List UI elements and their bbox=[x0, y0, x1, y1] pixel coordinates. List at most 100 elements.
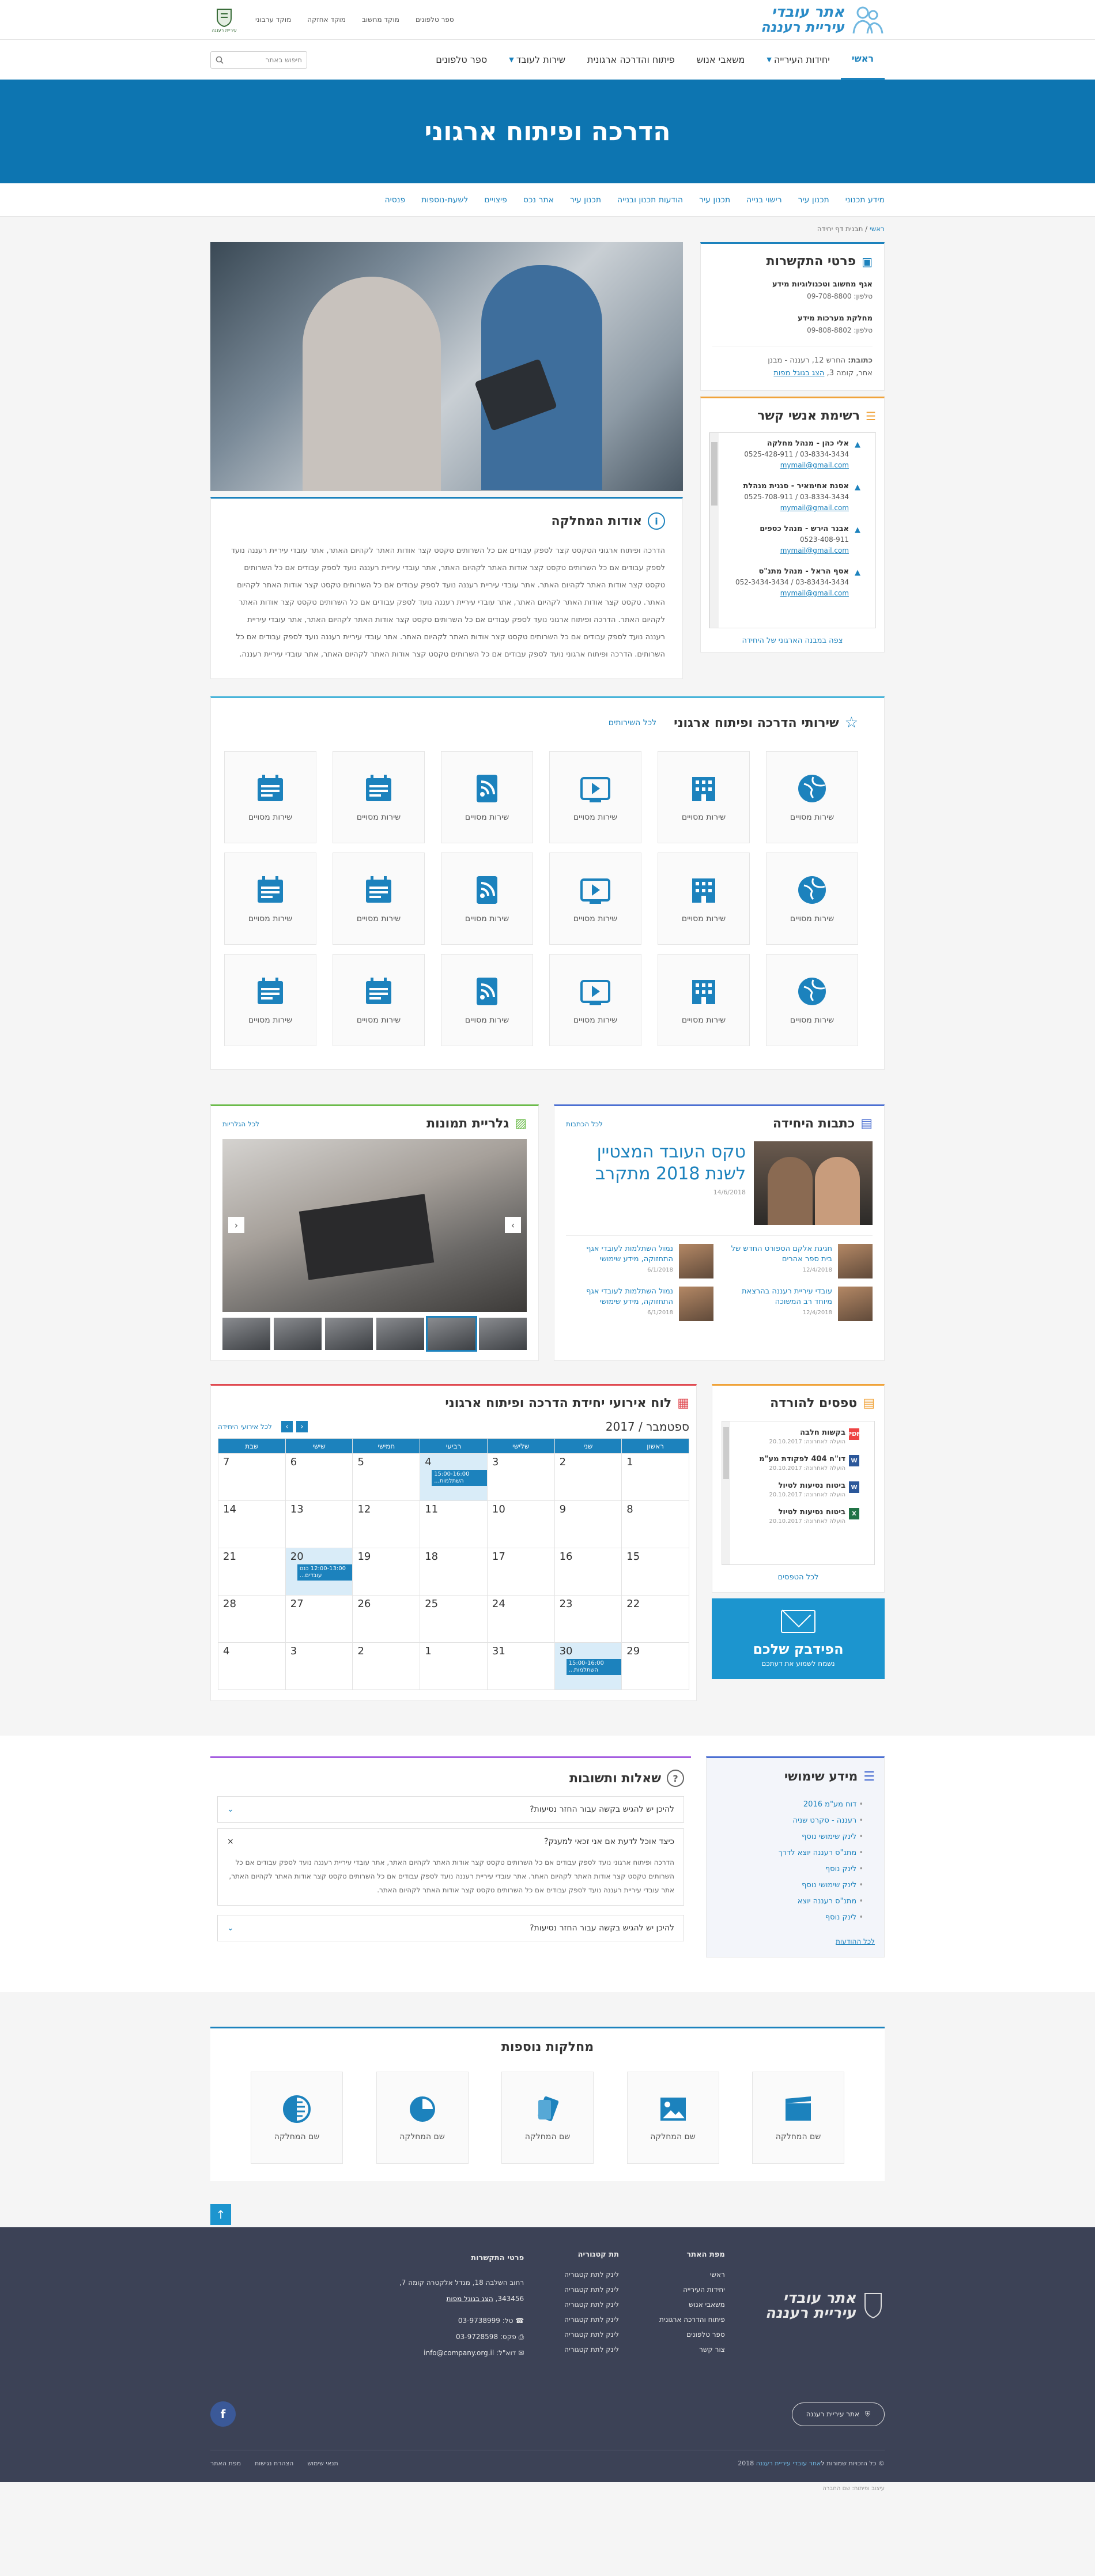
info-link[interactable]: לינק נוסף bbox=[716, 1910, 863, 1926]
info-link[interactable]: לינק נוסף bbox=[716, 1861, 863, 1877]
all-info-link[interactable]: לכל ההודעות bbox=[716, 1932, 875, 1945]
calendar-day-cell[interactable]: 16 bbox=[554, 1548, 622, 1596]
service-tile[interactable]: שירות מסויים bbox=[658, 751, 750, 843]
qa-question-open[interactable]: כיצד אוכל לדעת אם אני זכאי למענק? × הדרכה… bbox=[217, 1828, 684, 1906]
info-link[interactable]: דוח מע"מ 2016 bbox=[716, 1797, 863, 1813]
service-tile[interactable]: שירות מסויים bbox=[441, 853, 533, 945]
calendar-day-cell[interactable]: 19 bbox=[352, 1548, 421, 1596]
city-site-button[interactable]: ⛨ אתר עיריית רעננה bbox=[791, 2402, 885, 2426]
calendar-day-cell[interactable]: 5 bbox=[352, 1453, 421, 1501]
list-item[interactable]: נמול השתלמות לעובדי אגף התחזוקה, מידע שי… bbox=[566, 1287, 713, 1321]
accessibility-link[interactable]: הצהרת נגישות bbox=[255, 2460, 293, 2467]
breadcrumb-home[interactable]: ראשי bbox=[870, 225, 885, 233]
footer-map-link[interactable]: הצג בגוגל מפות bbox=[446, 2295, 493, 2303]
nav-item-units[interactable]: יחידות העירייה ▼ bbox=[756, 40, 840, 80]
subcat-link-item[interactable]: לינק לתת קטגוריה bbox=[564, 2342, 619, 2357]
service-tile[interactable]: שירות מסויים bbox=[333, 751, 425, 843]
service-tile[interactable]: שירות מסויים bbox=[441, 954, 533, 1046]
all-services-link[interactable]: לכל השירותים bbox=[609, 718, 656, 727]
subcat-link-item[interactable]: לינק לתת קטגוריה bbox=[564, 2327, 619, 2342]
chevron-left-icon[interactable]: ‹ bbox=[228, 1217, 244, 1233]
chevron-right-icon[interactable]: › bbox=[505, 1217, 521, 1233]
gallery-thumb[interactable] bbox=[479, 1318, 527, 1350]
search-icon[interactable] bbox=[216, 56, 224, 64]
calendar-day-cell[interactable]: 10 bbox=[486, 1500, 555, 1548]
nav-item-employee-service[interactable]: שירות לעובד ▼ bbox=[498, 40, 576, 80]
calendar-event[interactable]: 15:00-16:00 השתלמות... bbox=[566, 1659, 622, 1675]
subcat-link-item[interactable]: לינק לתת קטגוריה bbox=[564, 2312, 619, 2327]
service-tile[interactable]: שירות מסויים bbox=[224, 751, 316, 843]
calendar-day-cell[interactable]: 30 15:00-16:00 השתלמות... bbox=[554, 1642, 622, 1690]
gallery-thumb[interactable] bbox=[325, 1318, 373, 1350]
calendar-day-cell[interactable]: 7 bbox=[218, 1453, 286, 1501]
calendar-day-cell[interactable]: 17 bbox=[486, 1548, 555, 1596]
close-icon[interactable]: × bbox=[227, 1837, 234, 1846]
service-tile[interactable]: שירות מסויים bbox=[549, 751, 641, 843]
service-tile[interactable]: שירות מסויים bbox=[441, 751, 533, 843]
calendar-day-cell[interactable]: 11 bbox=[420, 1500, 488, 1548]
calendar-day-cell[interactable]: 22 bbox=[621, 1595, 689, 1643]
sitemap-link-item[interactable]: פיתוח והדרכה ארגונית bbox=[659, 2312, 725, 2327]
calendar-day-cell[interactable]: 12 bbox=[352, 1500, 421, 1548]
facebook-icon[interactable]: f bbox=[210, 2401, 236, 2427]
service-tile[interactable]: שירות מסויים bbox=[224, 954, 316, 1046]
department-tile[interactable]: שם המחלקה bbox=[626, 2072, 719, 2164]
subcat-link-item[interactable]: לינק לתת קטגוריה bbox=[564, 2282, 619, 2297]
list-item[interactable]: נמול השתלמות לעובדי אגף התחזוקה, מידע שי… bbox=[566, 1244, 713, 1278]
calendar-event[interactable]: 12:00-13:00 כנס עובדים... bbox=[297, 1564, 353, 1581]
calendar-day-cell[interactable]: 4 15:00-16:00 השתלמות... bbox=[420, 1453, 488, 1501]
info-link[interactable]: מתנ"ס רעננה יוצא bbox=[716, 1894, 863, 1910]
site-logo[interactable]: אתר עובדי עיריית רעננה bbox=[761, 3, 885, 36]
nav-item-phonebook[interactable]: ספר טלפונים bbox=[425, 40, 498, 80]
list-item[interactable]: X ביטוח נסיעות לטיול הועלה לאחרונה: 20.10.… bbox=[728, 1508, 859, 1525]
calendar-day-cell[interactable]: 3 bbox=[486, 1453, 555, 1501]
calendar-day-cell[interactable]: 15 bbox=[621, 1548, 689, 1596]
calendar-day-cell[interactable]: 3 bbox=[285, 1642, 353, 1690]
qa-question[interactable]: להיכן יש להגיש בקשה עבור החזר נסיעות? ⌄ bbox=[217, 1915, 684, 1941]
prev-month-button[interactable]: ‹ bbox=[296, 1421, 308, 1432]
subnav-item[interactable]: תכנון עיר bbox=[570, 195, 601, 205]
info-link[interactable]: לינק שימושי נוסף bbox=[716, 1877, 863, 1894]
person-email[interactable]: mymail@gmail.com bbox=[780, 546, 849, 555]
calendar-day-cell[interactable]: 1 bbox=[420, 1642, 488, 1690]
list-item[interactable]: W ביטוח נסיעות לטיול הועלה לאחרונה: 20.10.… bbox=[728, 1481, 859, 1499]
sitemap-link-item[interactable]: ראשי bbox=[659, 2267, 725, 2282]
service-tile[interactable]: שירות מסויים bbox=[549, 853, 641, 945]
service-tile[interactable]: שירות מסויים bbox=[549, 954, 641, 1046]
calendar-event[interactable]: 15:00-16:00 השתלמות... bbox=[432, 1470, 487, 1486]
calendar-day-cell[interactable]: 24 bbox=[486, 1595, 555, 1643]
calendar-day-cell[interactable]: 21 bbox=[218, 1548, 286, 1596]
person-email[interactable]: mymail@gmail.com bbox=[780, 504, 849, 512]
lead-article-title[interactable]: טקס העובד המצטיין לשנת 2018 מתקרב bbox=[566, 1141, 746, 1185]
next-month-button[interactable]: › bbox=[281, 1421, 293, 1432]
list-item[interactable]: עובדי עיריית רעננה בהרצאת מיוחד רב המשוכ… bbox=[725, 1287, 873, 1321]
nav-item-home[interactable]: ראשי bbox=[840, 40, 885, 80]
calendar-day-cell[interactable]: 20 12:00-13:00 כנס עובדים... bbox=[285, 1548, 353, 1596]
calendar-day-cell[interactable]: 8 bbox=[621, 1500, 689, 1548]
service-tile[interactable]: שירות מסויים bbox=[766, 751, 858, 843]
calendar-day-cell[interactable]: 13 bbox=[285, 1500, 353, 1548]
info-link[interactable]: לינק שימושי נוסף bbox=[716, 1829, 863, 1845]
list-item[interactable]: W דו"ח 404 לפקודת מע"מ הועלה לאחרונה: 20.1… bbox=[728, 1455, 859, 1472]
calendar-day-cell[interactable]: 28 bbox=[218, 1595, 286, 1643]
all-galleries-link[interactable]: לכל הגלריות bbox=[222, 1120, 259, 1128]
lead-article[interactable]: טקס העובד המצטיין לשנת 2018 מתקרב 14/6/2… bbox=[566, 1141, 873, 1225]
subnav-item[interactable]: הודעות תכנון ובנייה bbox=[617, 195, 683, 205]
org-structure-link[interactable]: צפה במבנה הארגוני של היחידה bbox=[709, 636, 876, 645]
sitemap-link-item[interactable]: יחידות העירייה bbox=[659, 2282, 725, 2297]
calendar-day-cell[interactable]: 4 bbox=[218, 1642, 286, 1690]
terms-link[interactable]: תנאי שימוש bbox=[307, 2460, 338, 2467]
toplink-maintenance[interactable]: מוקד אחזקה bbox=[307, 16, 346, 24]
calendar-day-cell[interactable]: 25 bbox=[420, 1595, 488, 1643]
nav-item-training[interactable]: פיתוח והדרכה ארגונית bbox=[576, 40, 686, 80]
subnav-item[interactable]: פנסיה bbox=[385, 195, 406, 205]
subcat-link-item[interactable]: לינק לתת קטגוריה bbox=[564, 2267, 619, 2282]
service-tile[interactable]: שירות מסויים bbox=[333, 954, 425, 1046]
department-tile[interactable]: שם המחלקה bbox=[376, 2072, 469, 2164]
calendar-day-cell[interactable]: 23 bbox=[554, 1595, 622, 1643]
subcat-link-item[interactable]: לינק לתת קטגוריה bbox=[564, 2297, 619, 2312]
back-to-top-button[interactable]: ↑ bbox=[210, 2204, 231, 2225]
calendar-day-cell[interactable]: 31 bbox=[486, 1642, 555, 1690]
toplink-phonebook[interactable]: ספר טלפונים bbox=[416, 16, 454, 24]
search-input[interactable]: חיפוש באתר bbox=[210, 51, 307, 69]
